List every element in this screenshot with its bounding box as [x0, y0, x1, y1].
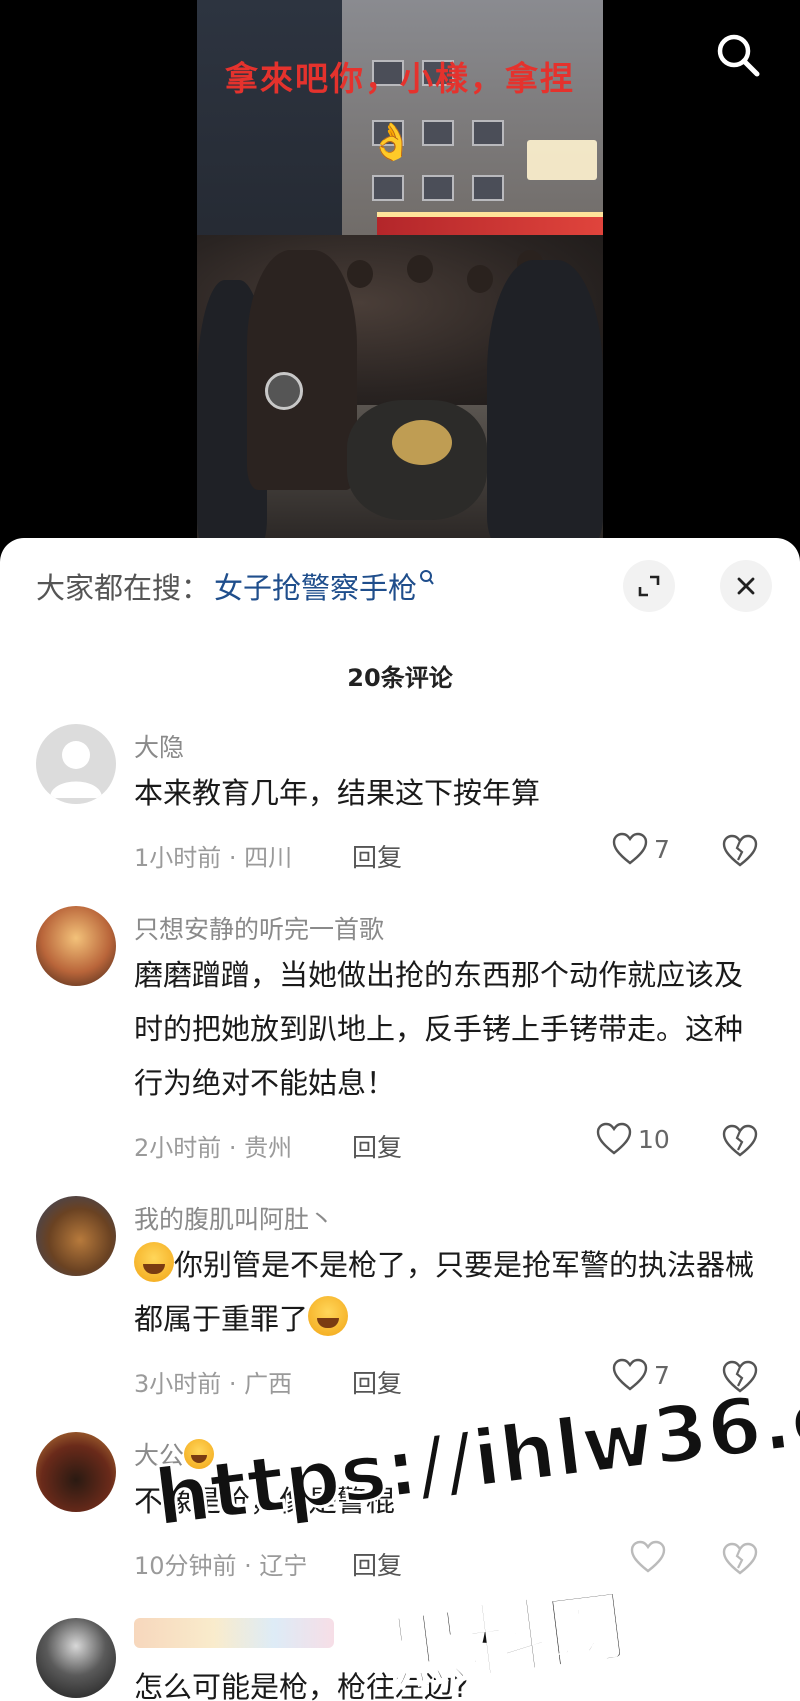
- heart-icon: [630, 1540, 666, 1573]
- reply-button[interactable]: 回复: [352, 1128, 402, 1164]
- comment-time-location: 1小时前 · 四川: [134, 844, 293, 872]
- comment-username[interactable]: 我的腹肌叫阿肚丶: [134, 1200, 334, 1236]
- avatar[interactable]: [36, 724, 116, 804]
- comments-sheet: 大家都在搜： 女子抢警察手枪 20条评论 大隐 本来教育几年，结果这下按年算 1…: [0, 538, 800, 1701]
- expand-button[interactable]: [623, 560, 675, 612]
- comment-text: 磨磨蹭蹭，当她做出抢的东西那个动作就应该及时的把她放到趴地上，反手铐上手铐带走。…: [134, 958, 744, 1100]
- video-frame: 拿來吧你，小樣，拿捏 👌: [197, 0, 603, 545]
- search-icon: [717, 34, 760, 77]
- comment-count: 20条评论: [347, 664, 453, 692]
- expand-icon: [638, 575, 660, 597]
- dislike-heart-icon[interactable]: [722, 1124, 758, 1158]
- dislike-heart-icon[interactable]: [722, 834, 758, 868]
- like-count: 10: [638, 1124, 670, 1154]
- close-icon: [737, 577, 755, 595]
- comment-text: 本来教育几年，结果这下按年算: [134, 776, 541, 810]
- search-small-icon: [420, 570, 434, 585]
- video-caption: 拿來吧你，小樣，拿捏: [225, 59, 575, 98]
- like-button[interactable]: 10: [596, 1122, 670, 1156]
- like-button[interactable]: 7: [612, 832, 670, 866]
- like-count: 7: [654, 1360, 670, 1390]
- comment-time-location: 3小时前 · 广西: [134, 1370, 293, 1398]
- reply-button[interactable]: 回复: [352, 1364, 402, 1400]
- comment-time-location: 2小时前 · 贵州: [134, 1134, 293, 1162]
- video-player[interactable]: 拿來吧你，小樣，拿捏 👌: [0, 0, 800, 545]
- trending-search[interactable]: 大家都在搜： 女子抢警察手枪: [36, 564, 435, 608]
- avatar[interactable]: [36, 906, 116, 986]
- default-avatar-icon: [50, 741, 102, 798]
- person: [487, 260, 603, 545]
- trending-term-link[interactable]: 女子抢警察手枪: [214, 565, 417, 607]
- search-button[interactable]: [713, 30, 763, 80]
- sweat-smile-emoji-icon: [134, 1242, 174, 1282]
- background-building-left: [197, 0, 342, 250]
- dislike-heart-icon[interactable]: [722, 1542, 758, 1576]
- ok-hand-icon: 👌: [369, 122, 414, 163]
- like-button[interactable]: 7: [612, 1358, 670, 1392]
- reply-button[interactable]: 回复: [352, 838, 402, 874]
- heart-icon: [612, 1358, 648, 1391]
- comment-username[interactable]: 大隐: [134, 728, 184, 764]
- like-count: 7: [654, 834, 670, 864]
- like-button[interactable]: [630, 1540, 666, 1574]
- comment-username-emoji[interactable]: [134, 1618, 334, 1648]
- avatar[interactable]: [36, 1196, 116, 1276]
- shop-light: [527, 140, 597, 180]
- reply-button[interactable]: 回复: [352, 1546, 402, 1582]
- comment-text: 你别管是不是枪了，只要是抢军警的执法器械都属于重罪了: [134, 1238, 774, 1346]
- heart-icon: [612, 832, 648, 865]
- scooter-light: [392, 420, 452, 465]
- comment-username[interactable]: 只想安静的听完一首歌: [134, 910, 384, 946]
- heart-icon: [596, 1122, 632, 1155]
- close-button[interactable]: [720, 560, 772, 612]
- avatar[interactable]: [36, 1618, 116, 1698]
- comment-text-content: 你别管是不是枪了，只要是抢军警的执法器械都属于重罪了: [134, 1248, 755, 1336]
- comment-time-location: 10分钟前 · 辽宁: [134, 1552, 308, 1580]
- avatar[interactable]: [36, 1432, 116, 1512]
- sweat-smile-emoji-icon: [308, 1296, 349, 1336]
- scooter-mirror: [265, 372, 303, 410]
- person: [247, 250, 357, 490]
- trending-label: 大家都在搜：: [36, 571, 211, 605]
